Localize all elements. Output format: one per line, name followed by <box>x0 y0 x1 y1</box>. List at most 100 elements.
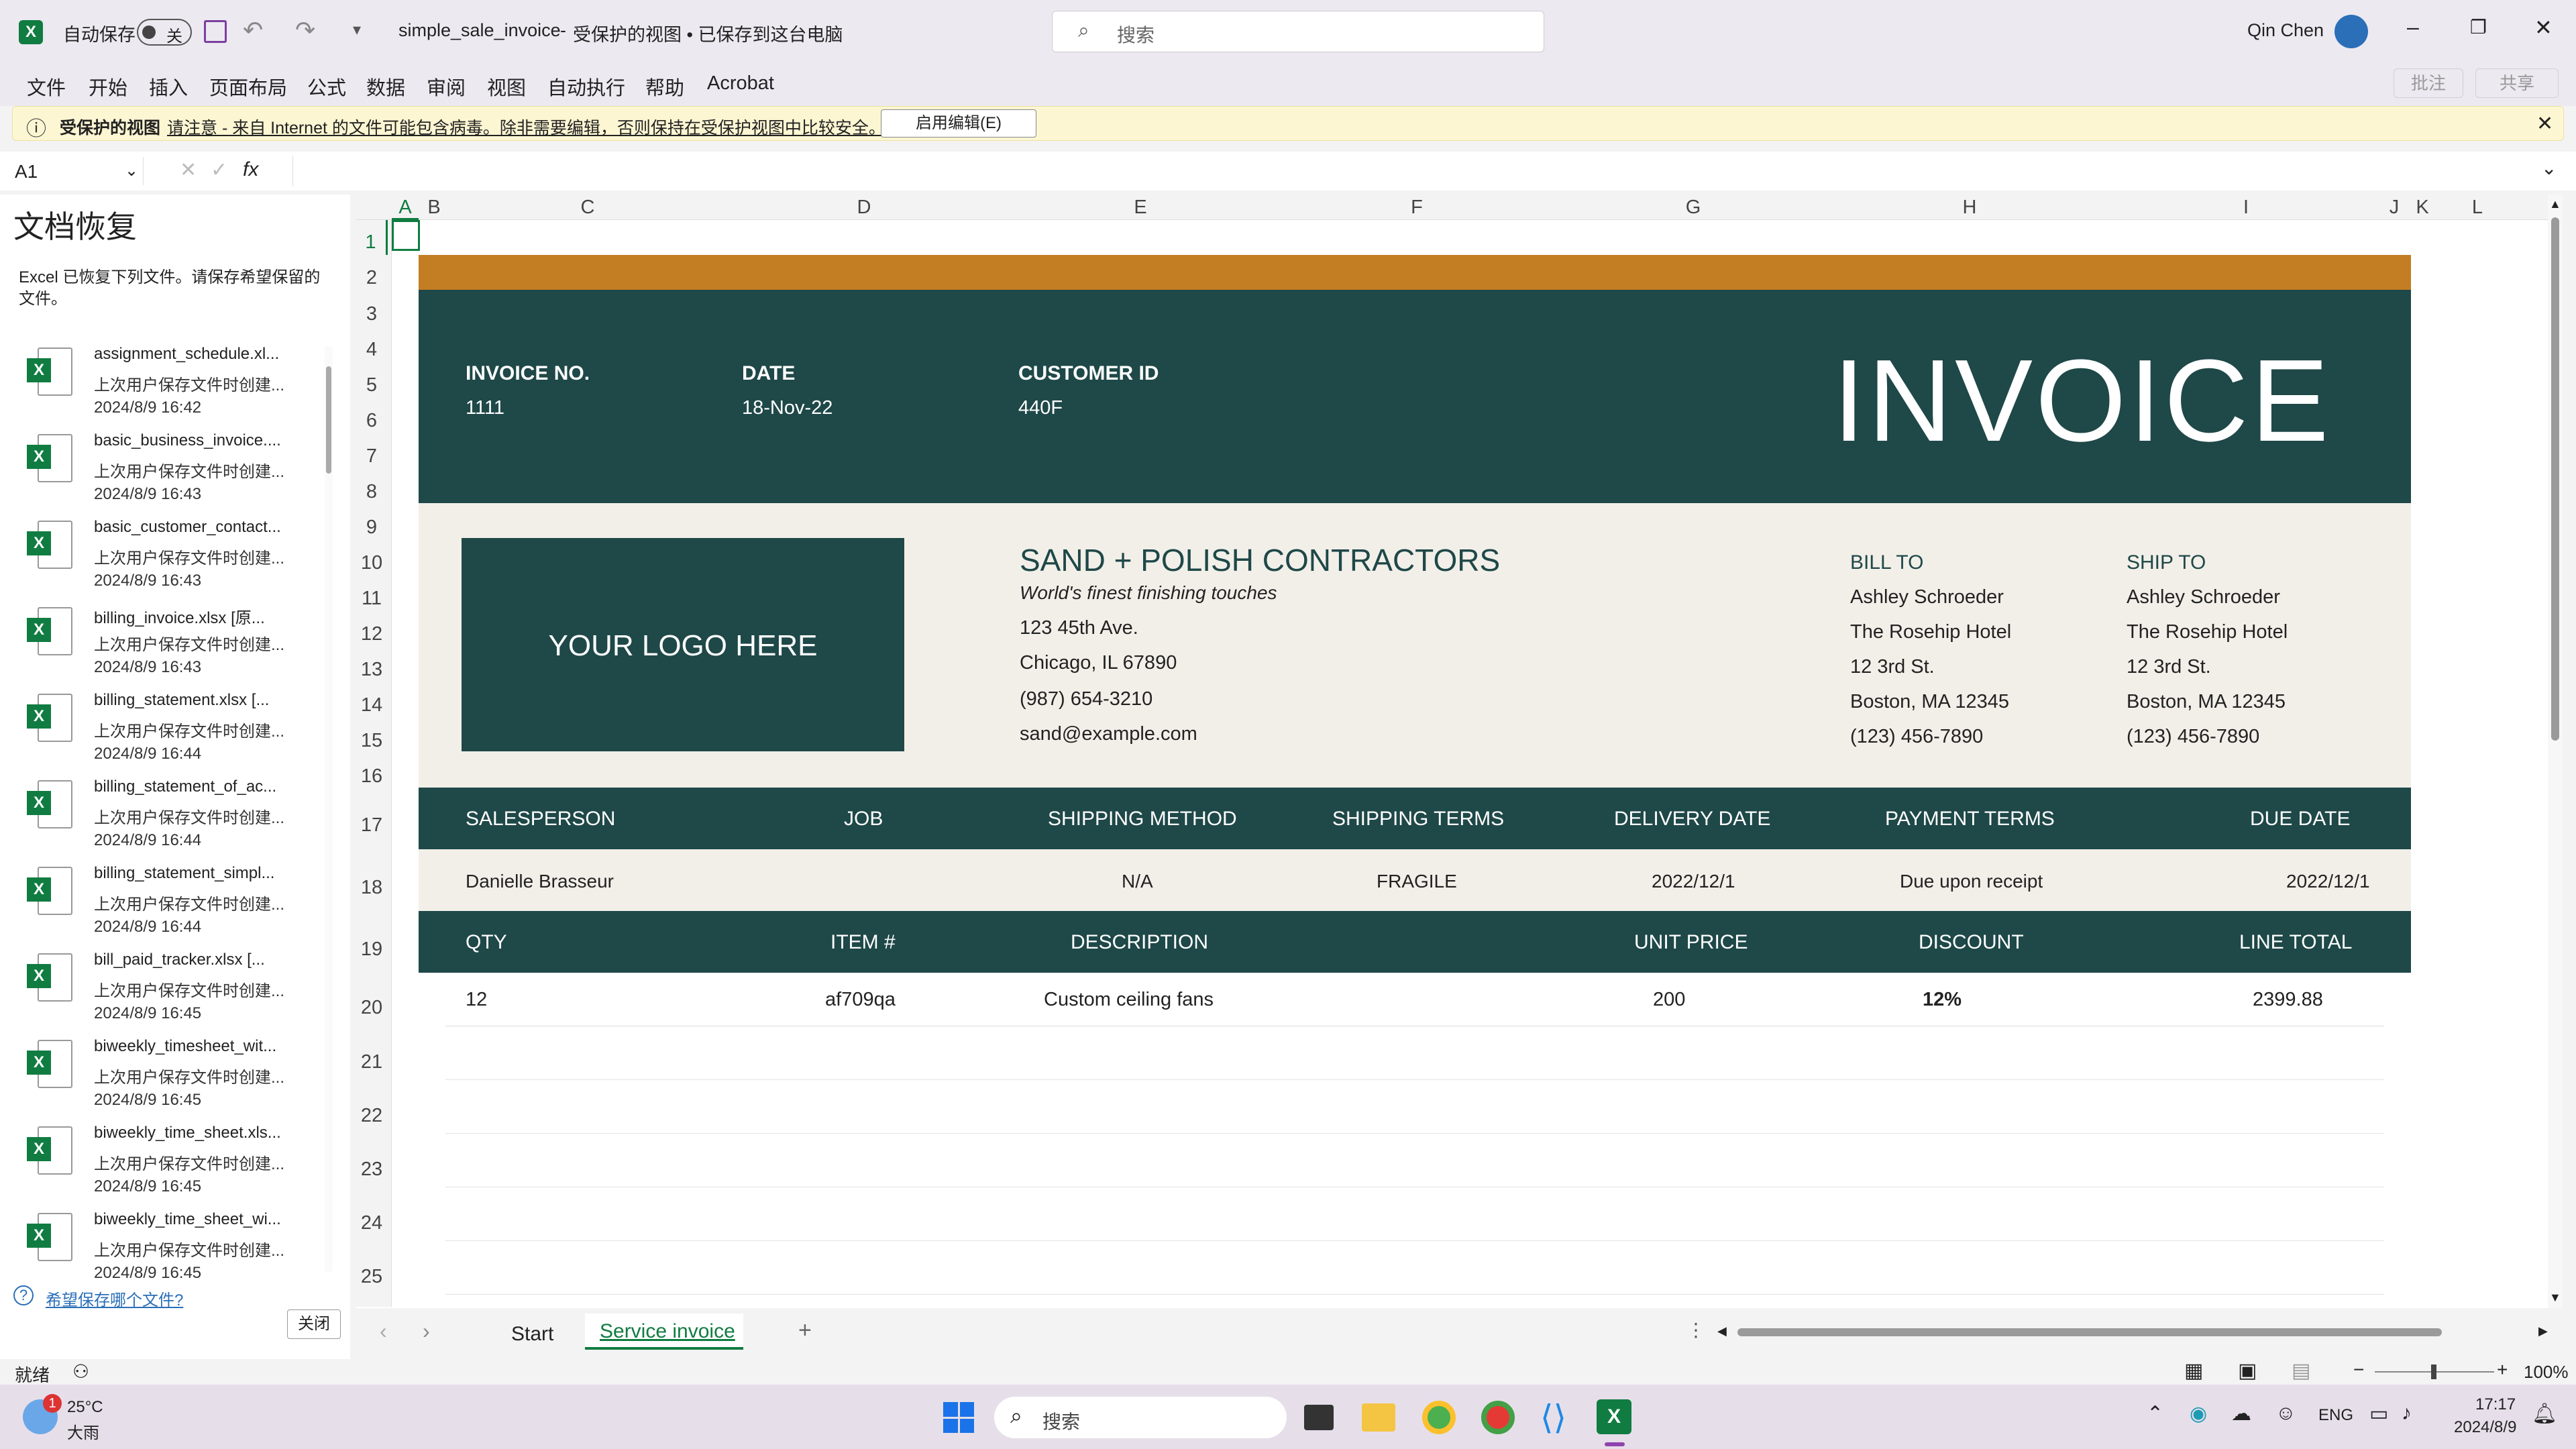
protected-view-message[interactable]: 请注意 - 来自 Internet 的文件可能包含病毒。除非需要编辑，否则保持在… <box>167 115 885 139</box>
col-D[interactable]: D <box>726 195 1002 220</box>
clock-time[interactable]: 17:17 <box>2475 1395 2516 1414</box>
col-B[interactable]: B <box>419 195 449 220</box>
tab-review[interactable]: 审阅 <box>427 72 466 101</box>
empty-row[interactable] <box>445 1026 2384 1080</box>
vscode-icon[interactable]: ⟨⟩ <box>1540 1398 1566 1437</box>
logo-placeholder[interactable]: YOUR LOGO HERE <box>462 538 904 751</box>
list-item[interactable]: Xbilling_invoice.xlsx [原... 上次用户保存文件时创建..… <box>27 602 322 688</box>
row-number[interactable]: 24 <box>356 1191 388 1245</box>
row-number[interactable]: 22 <box>356 1084 388 1138</box>
col-I[interactable]: I <box>2108 195 2384 220</box>
company-address2[interactable]: Chicago, IL 67890 <box>1020 652 1177 674</box>
col-H[interactable]: H <box>1831 195 2108 220</box>
page-layout-view-icon[interactable]: ▣ <box>2238 1359 2257 1383</box>
list-item[interactable]: Xbilling_statement_simpl... 上次用户保存文件时创建..… <box>27 861 322 947</box>
bill-to-line[interactable]: (123) 456-7890 <box>1850 726 1983 748</box>
notifications-icon[interactable]: 🔔︎ <box>2532 1402 2557 1426</box>
col-A[interactable]: A <box>392 195 419 220</box>
table-row[interactable]: 12 af709qa Custom ceiling fans 200 12% 2… <box>445 973 2384 1026</box>
minimize-icon[interactable]: – <box>2407 15 2419 40</box>
zoom-out-icon[interactable]: − <box>2353 1359 2364 1381</box>
row-number[interactable]: 7 <box>356 433 388 470</box>
description-cell[interactable]: Custom ceiling fans <box>1044 989 1214 1011</box>
zoom-in-icon[interactable]: + <box>2497 1359 2508 1381</box>
discount-cell[interactable]: 12% <box>1923 989 1962 1011</box>
scroll-left-icon[interactable]: ◀ <box>1717 1324 1727 1338</box>
unit-price-cell[interactable]: 200 <box>1653 989 1685 1011</box>
list-item[interactable]: Xbiweekly_time_sheet_wi... 上次用户保存文件时创建...… <box>27 1208 322 1293</box>
excel-taskbar-icon[interactable]: X <box>1597 1399 1631 1434</box>
tab-formulas[interactable]: 公式 <box>307 72 346 101</box>
normal-view-icon[interactable]: ▦ <box>2184 1359 2203 1383</box>
row-number[interactable]: 10 <box>356 541 388 576</box>
selected-cell-A1[interactable] <box>392 220 420 251</box>
row-number[interactable]: 8 <box>356 470 388 504</box>
tab-view[interactable]: 视图 <box>487 72 526 101</box>
file-status[interactable]: 受保护的视图 • 已保存到这台电脑 <box>573 20 843 46</box>
clock-date[interactable]: 2024/8/9 <box>2454 1418 2516 1437</box>
save-icon[interactable] <box>204 20 227 43</box>
qty-cell[interactable]: 12 <box>466 989 487 1011</box>
row-number[interactable]: 13 <box>356 647 388 683</box>
edge-icon[interactable]: ◉ <box>2190 1402 2207 1426</box>
company-phone[interactable]: (987) 654-3210 <box>1020 688 1152 710</box>
autosave-toggle[interactable]: 关 <box>137 19 192 46</box>
date-value[interactable]: 18-Nov-22 <box>742 397 833 419</box>
row-number[interactable]: 17 <box>356 789 388 852</box>
col-L[interactable]: L <box>2440 195 2514 220</box>
start-icon[interactable] <box>943 1402 974 1433</box>
customer-id-value[interactable]: 440F <box>1018 397 1063 419</box>
task-view-icon[interactable] <box>1304 1405 1334 1430</box>
payment-terms-value[interactable]: Due upon receipt <box>1900 871 2043 892</box>
row-number[interactable]: 6 <box>356 398 388 433</box>
customize-toolbar-icon[interactable]: ▾ <box>353 20 361 40</box>
ship-to-line[interactable]: Boston, MA 12345 <box>2127 691 2286 713</box>
network-icon[interactable]: ▭ <box>2369 1402 2388 1426</box>
row-number[interactable]: 23 <box>356 1138 388 1191</box>
delivery-date-value[interactable]: 2022/12/1 <box>1652 871 1735 892</box>
tab-page-layout[interactable]: 页面布局 <box>209 72 287 101</box>
tray-overflow-icon[interactable]: ⌃ <box>2147 1402 2163 1426</box>
row-number[interactable]: 3 <box>356 291 388 327</box>
add-sheet-icon[interactable]: + <box>798 1318 812 1344</box>
company-address1[interactable]: 123 45th Ave. <box>1020 617 1138 639</box>
row-number[interactable]: 11 <box>356 576 388 612</box>
list-item[interactable]: Xbiweekly_timesheet_wit... 上次用户保存文件时创建...… <box>27 1034 322 1120</box>
shipping-terms-value[interactable]: FRAGILE <box>1377 871 1457 892</box>
enable-editing-button[interactable]: 启用编辑(E) <box>881 109 1036 138</box>
sheet-tab-service-invoice[interactable]: Service invoice <box>585 1313 743 1350</box>
vertical-scrollbar[interactable]: ▲ ▼ <box>2548 195 2563 1308</box>
formula-input[interactable] <box>292 156 2540 186</box>
shipping-method-value[interactable]: N/A <box>1122 871 1153 892</box>
name-box[interactable]: A1 ⌄ <box>9 157 144 185</box>
company-tagline[interactable]: World's finest finishing touches <box>1020 582 1277 604</box>
company-name[interactable]: SAND + POLISH CONTRACTORS <box>1020 542 1500 578</box>
bill-to-line[interactable]: The Rosehip Hotel <box>1850 621 2011 643</box>
tab-insert[interactable]: 插入 <box>149 72 188 101</box>
row-number[interactable]: 25 <box>356 1245 388 1299</box>
empty-row[interactable] <box>445 1134 2384 1187</box>
tab-acrobat[interactable]: Acrobat <box>707 72 774 95</box>
file-explorer-icon[interactable] <box>1362 1403 1395 1432</box>
close-recovery-button[interactable]: 关闭 <box>287 1309 341 1339</box>
col-J[interactable]: J <box>2384 195 2404 220</box>
list-item[interactable]: Xbasic_customer_contact... 上次用户保存文件时创建...… <box>27 515 322 601</box>
row-number[interactable]: 1 <box>356 220 388 255</box>
col-K[interactable]: K <box>2404 195 2440 220</box>
row-number[interactable]: 15 <box>356 718 388 754</box>
close-message-icon[interactable]: ✕ <box>2536 112 2553 136</box>
search-box[interactable]: ⌕ 搜索 <box>1052 11 1544 52</box>
user-name[interactable]: Qin Chen <box>2247 20 2324 41</box>
bill-to-line[interactable]: 12 3rd St. <box>1850 656 1935 678</box>
line-total-cell[interactable]: 2399.88 <box>2253 989 2323 1011</box>
company-email[interactable]: sand@example.com <box>1020 723 1197 745</box>
close-icon[interactable]: ✕ <box>2534 15 2553 40</box>
col-E[interactable]: E <box>1002 195 1279 220</box>
list-item[interactable]: Xbill_paid_tracker.xlsx [... 上次用户保存文件时创建.… <box>27 948 322 1034</box>
input-language[interactable]: ENG <box>2318 1406 2353 1425</box>
row-number[interactable]: 2 <box>356 255 388 291</box>
list-item[interactable]: Xassignment_schedule.xl... 上次用户保存文件时创建...… <box>27 342 322 428</box>
due-date-value[interactable]: 2022/12/1 <box>2286 871 2370 892</box>
col-G[interactable]: G <box>1555 195 1831 220</box>
salesperson-value[interactable]: Danielle Brasseur <box>466 871 614 892</box>
